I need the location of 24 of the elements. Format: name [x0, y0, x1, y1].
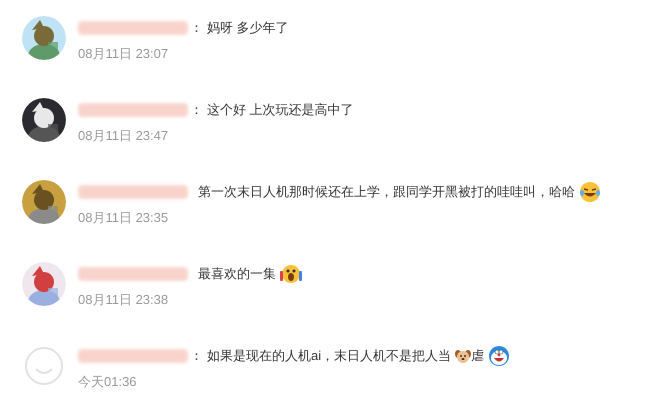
screaming-emoji-icon — [280, 263, 302, 285]
robot-cat-face-icon — [488, 345, 510, 367]
comment-time: 08月11日 23:07 — [78, 46, 170, 62]
laughing-emoji-icon — [579, 181, 601, 203]
comment-text: 这个好 上次玩还是高中了 — [207, 101, 354, 120]
comment-time: 08月11日 23:47 — [78, 128, 170, 144]
blurred-username[interactable] — [78, 349, 188, 363]
comment-text: 虐 — [471, 347, 484, 366]
comment-time: 08月11日 23:38 — [78, 292, 170, 308]
colon-separator: ： — [190, 101, 203, 120]
comment-text: 第一次末日人机那时候还在上学，跟同学开黑被打的哇哇叫，哈哈 — [198, 183, 575, 202]
dog-face-icon — [455, 348, 472, 364]
blurred-username[interactable] — [78, 267, 188, 281]
blurred-username[interactable] — [78, 103, 188, 117]
default-avatar-icon — [22, 344, 66, 388]
comment-time: 今天01:36 — [78, 374, 138, 390]
comment-text: 妈呀 多少年了 — [207, 19, 289, 38]
colon-separator: ： — [190, 19, 203, 38]
comment-text: 如果是现在的人机ai，末日人机不是把人当 — [207, 347, 452, 366]
blurred-username[interactable] — [78, 21, 188, 35]
blurred-username[interactable] — [78, 185, 188, 199]
comment-time: 08月11日 23:35 — [78, 210, 170, 226]
colon-separator: ： — [190, 347, 203, 366]
comment-text: 最喜欢的一集 — [198, 265, 276, 284]
